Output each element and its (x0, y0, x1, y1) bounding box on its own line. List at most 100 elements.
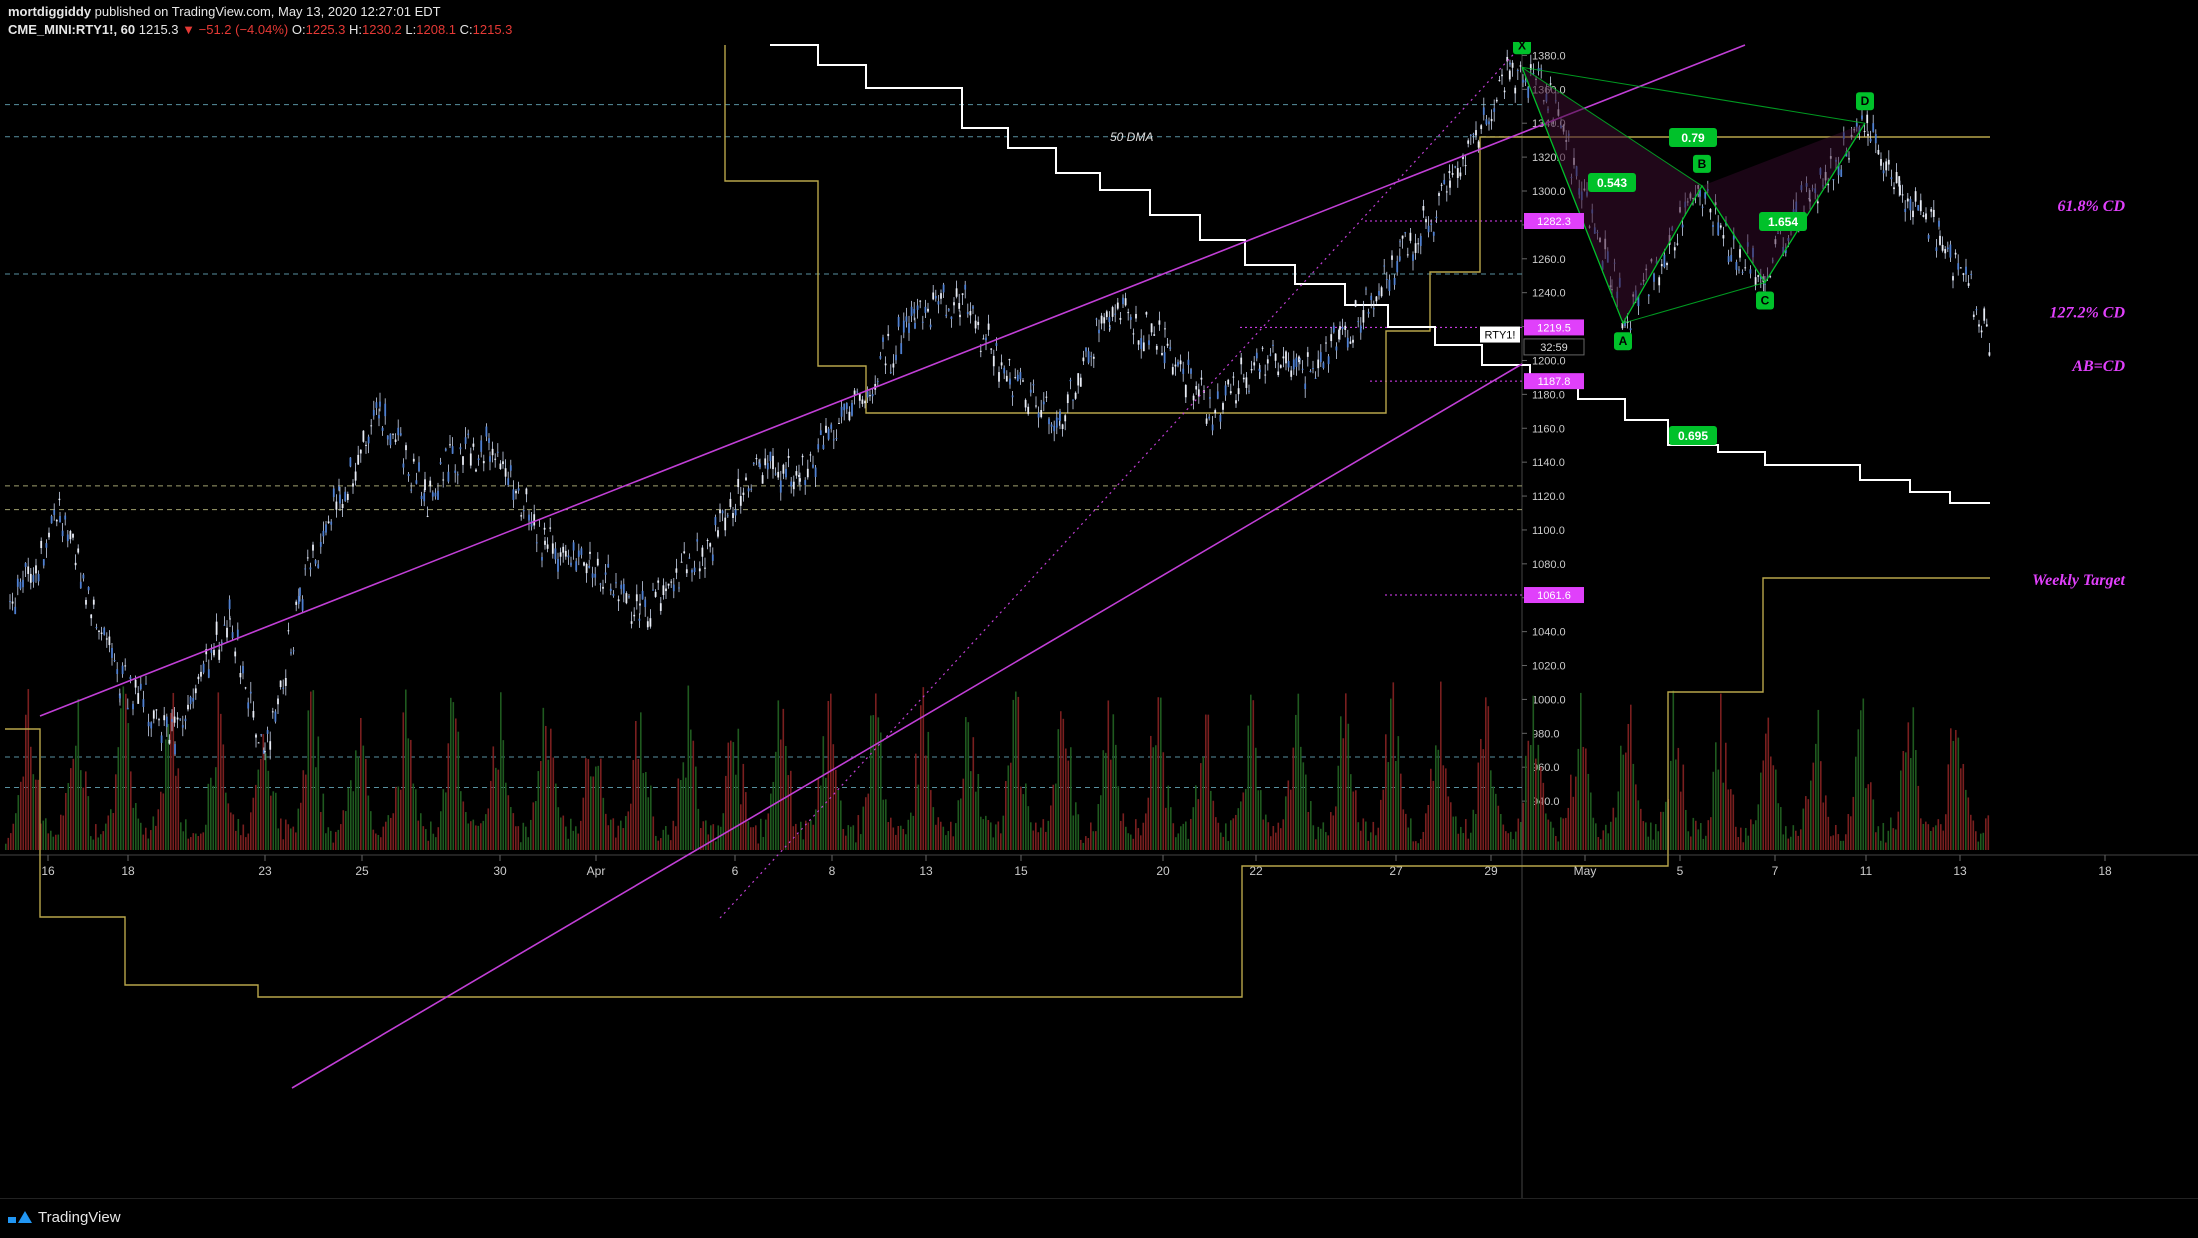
volume-bar (362, 745, 365, 850)
candle-body (884, 363, 887, 366)
candle-body (45, 543, 48, 548)
volume-bar (1150, 735, 1152, 850)
candle-body (456, 474, 459, 476)
volume-bar (1490, 770, 1492, 850)
tradingview-logo[interactable]: TradingView (8, 1209, 121, 1226)
candle-body (108, 636, 111, 646)
volume-bar (560, 817, 562, 850)
volume-bar (1875, 832, 1877, 850)
volume-bar (242, 824, 245, 850)
candle-body (1322, 362, 1325, 369)
volume-bar (595, 766, 597, 850)
candle-body (940, 293, 942, 299)
candle-body (389, 433, 392, 446)
candle-body (1163, 352, 1166, 364)
volume-bar (1675, 759, 1677, 850)
volume-bar (1747, 835, 1750, 850)
volume-bar (685, 777, 687, 850)
candle-body (1053, 425, 1056, 432)
candle-body (327, 521, 330, 524)
candle-body (282, 687, 285, 689)
volume-bar (515, 826, 517, 850)
candle-body (1240, 357, 1243, 365)
candle-body (1174, 364, 1177, 367)
x-tick-label: 20 (1156, 864, 1170, 878)
candle-body (284, 678, 287, 686)
volume-bar (572, 830, 575, 850)
candle-body (1427, 225, 1430, 233)
x-tick-label: 18 (2098, 864, 2112, 878)
volume-bar (972, 737, 975, 850)
volume-bar (692, 740, 695, 850)
candle-body (1306, 352, 1309, 357)
candle-body (459, 447, 462, 450)
candle-body (959, 314, 961, 318)
volume-bar (1930, 830, 1932, 850)
candle-body (1398, 256, 1401, 261)
candle-body (657, 580, 660, 583)
volume-bar (175, 775, 177, 850)
candle-body (1493, 108, 1496, 112)
volume-bar (985, 815, 987, 850)
candle-body (979, 350, 982, 352)
candle-body (1272, 344, 1274, 346)
candle-body (1232, 376, 1235, 378)
candle-body (1255, 352, 1258, 359)
candle-body (85, 599, 87, 605)
volume-bar (32, 774, 35, 850)
candle-body (234, 651, 237, 657)
volume-bar (330, 830, 332, 850)
candle-body (1282, 356, 1285, 359)
volume-bar (582, 797, 585, 850)
volume-bar (957, 800, 960, 850)
y-tick-label: 980.0 (1532, 728, 1560, 740)
candle-body (322, 530, 325, 537)
candle-body (103, 627, 106, 635)
candle-body (1027, 406, 1030, 414)
volume-bar (230, 812, 232, 850)
volume-bar (712, 824, 715, 850)
volume-bar (380, 837, 382, 850)
volume-bar (970, 771, 972, 850)
volume-bar (725, 775, 727, 850)
volume-bar (1627, 723, 1630, 850)
volume-bar (1285, 796, 1287, 850)
volume-bar (1237, 808, 1240, 850)
volume-bar (1455, 816, 1457, 850)
candle-body (213, 649, 215, 656)
volume-bar (1430, 768, 1432, 850)
candle-body (635, 594, 638, 602)
candle-body (260, 734, 263, 736)
candle-body (913, 308, 916, 314)
price-chart[interactable]: 1380.01360.01340.01320.01300.01280.01260… (0, 0, 2198, 1237)
candle-body (48, 532, 50, 538)
candle-body (247, 702, 250, 709)
candle-body (269, 741, 272, 750)
volume-bar (422, 826, 425, 850)
volume-bar (275, 792, 277, 850)
volume-bar (302, 770, 305, 850)
volume-bar (762, 836, 765, 850)
candle-body (1242, 377, 1245, 380)
volume-bar (1917, 785, 1920, 850)
volume-bar (1765, 733, 1767, 850)
volume-bar (347, 787, 350, 850)
candle-body (1003, 367, 1006, 374)
candle-body (1229, 391, 1232, 394)
volume-bar (855, 842, 857, 850)
volume-bar (1487, 706, 1490, 850)
candle-body (1069, 379, 1072, 382)
symbol-label[interactable]: CME_MINI:RTY1!, 60 (8, 22, 135, 37)
volume-bar (1877, 826, 1880, 850)
volume-bar (420, 813, 422, 850)
candle-body (1064, 415, 1067, 422)
author-name[interactable]: mortdiggiddy (8, 4, 91, 19)
candle-body (1919, 200, 1922, 212)
candle-body (1330, 334, 1333, 342)
candle-body (866, 391, 869, 398)
candle-body (654, 591, 657, 597)
candle-body (1882, 170, 1885, 174)
candle-body (50, 516, 53, 524)
candle-body (1264, 374, 1267, 376)
candle-body (617, 599, 620, 602)
